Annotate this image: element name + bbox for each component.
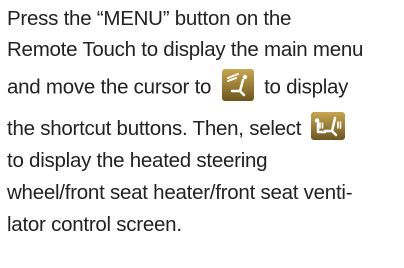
text-line-4-start: the shortcut buttons. Then, select — [7, 117, 302, 140]
text-line-3: and move the cursor to to display — [7, 69, 399, 101]
climate-seat-airflow-icon — [221, 69, 254, 101]
text-line-6: wheel/front seat heater/front seat venti… — [7, 181, 353, 204]
text-line-1: Press the “MENU” button on the — [7, 7, 292, 30]
text-line-4: the shortcut buttons. Then, select — [7, 111, 399, 142]
heated-steering-seat-icon — [310, 111, 345, 140]
text-line-3-end: to display — [264, 75, 349, 99]
instruction-paragraph: Press the “MENU” button on the Remote To… — [7, 0, 399, 238]
text-line-3-start: and move the cursor to — [7, 75, 212, 99]
text-line-5: to display the heated steering — [7, 149, 268, 172]
text-line-2: Remote Touch to display the main menu — [7, 38, 364, 61]
text-line-7: lator control screen. — [7, 213, 182, 236]
